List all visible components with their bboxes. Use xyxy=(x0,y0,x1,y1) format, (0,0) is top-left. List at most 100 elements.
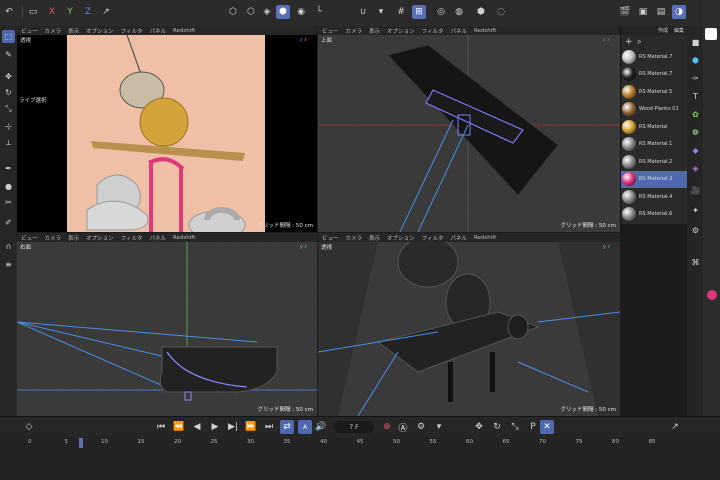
render-icon[interactable]: ◍ xyxy=(452,5,466,19)
menu-options[interactable]: オプション xyxy=(86,27,114,35)
rotate-icon[interactable]: ↻ xyxy=(2,86,15,99)
box-icon[interactable]: ■ xyxy=(689,36,702,49)
menu-edit[interactable]: 編集 xyxy=(674,27,684,34)
transform-icon[interactable]: ⊹ xyxy=(2,120,15,133)
prev-frame-icon[interactable]: ◀ xyxy=(190,420,204,434)
knife-icon[interactable]: ✂ xyxy=(2,196,15,209)
z-axis-toggle[interactable]: Z xyxy=(81,5,95,19)
camera-icon[interactable]: 🎥 xyxy=(689,184,702,197)
menu-redshift[interactable]: Redshift xyxy=(173,235,195,241)
menu-redshift[interactable]: Redshift xyxy=(474,235,496,241)
undo-icon[interactable]: ↶ xyxy=(2,5,16,19)
grid-snap-icon[interactable]: # xyxy=(394,5,408,19)
next-key-icon[interactable]: ⏩ xyxy=(244,420,258,434)
playhead[interactable] xyxy=(79,438,83,448)
cinema-icon[interactable]: ◌ xyxy=(494,5,508,19)
search-icon[interactable]: ⌕ xyxy=(637,37,641,47)
material-item[interactable]: RS Material.3 xyxy=(621,170,688,188)
menu-view[interactable]: ビュー xyxy=(322,27,339,35)
go-to-end-icon[interactable]: ⏭ xyxy=(262,420,276,434)
menu-camera[interactable]: カメラ xyxy=(346,234,363,242)
layout-icon[interactable]: ◑ xyxy=(672,5,686,19)
menu-camera[interactable]: カメラ xyxy=(346,27,363,35)
scale-key-icon[interactable]: ⤡ xyxy=(508,420,522,434)
magnet-icon[interactable]: ∩ xyxy=(2,240,15,253)
render-view-icon[interactable]: ▣ xyxy=(636,5,650,19)
material-item[interactable]: Wood Planks 01 xyxy=(621,101,688,118)
scale-icon[interactable]: ⤡ xyxy=(2,102,15,115)
generator-icon[interactable]: ✿ xyxy=(689,108,702,121)
current-frame-field[interactable]: 7 F xyxy=(334,421,374,433)
go-to-start-icon[interactable]: ⏮ xyxy=(154,420,168,434)
menu-display[interactable]: 表示 xyxy=(68,234,79,242)
key-options-icon[interactable]: ▾ xyxy=(432,420,446,434)
tag-icon[interactable]: ⌘ xyxy=(689,256,702,269)
live-select-icon[interactable]: ⬚ xyxy=(2,30,15,43)
loop-icon[interactable]: ⇄ xyxy=(280,420,294,434)
polygon-mode-icon[interactable]: ⬢ xyxy=(276,5,290,19)
menu-panel[interactable]: パネル xyxy=(149,234,166,242)
add-material-icon[interactable]: + xyxy=(625,37,633,47)
model-mode-icon[interactable]: ⬡ xyxy=(226,5,240,19)
menu-display[interactable]: 表示 xyxy=(369,234,380,242)
material-item[interactable]: RS Material xyxy=(621,118,688,135)
param-key-icon[interactable]: P xyxy=(526,420,540,434)
snap-settings-icon[interactable]: ▾ xyxy=(374,5,388,19)
menu-redshift[interactable]: Redshift xyxy=(173,28,195,34)
record-icon[interactable]: ⊗ xyxy=(380,420,394,434)
texture-mode-icon[interactable]: ◉ xyxy=(294,5,308,19)
menu-filter[interactable]: フィルタ xyxy=(422,27,444,35)
edge-mode-icon[interactable]: ◈ xyxy=(260,5,274,19)
menu-redshift[interactable]: Redshift xyxy=(474,28,496,34)
menu-display[interactable]: 表示 xyxy=(369,27,380,35)
perspective-viewport[interactable]: ビュー カメラ 表示 オプション フィルタ パネル Redshift 透視 ライ… xyxy=(17,26,317,232)
material-item[interactable]: RS Material.7 xyxy=(621,48,688,65)
menu-panel[interactable]: パネル xyxy=(450,234,467,242)
menu-create[interactable]: 作成 xyxy=(658,27,668,34)
light-icon[interactable]: ✦ xyxy=(689,204,702,217)
menu-panel[interactable]: パネル xyxy=(450,27,467,35)
top-viewport[interactable]: ビュー カメラ 表示 オプション フィルタ パネル Redshift 上面 グリ… xyxy=(318,26,620,232)
menu-options[interactable]: オプション xyxy=(387,27,415,35)
field-icon[interactable]: ◈ xyxy=(689,162,702,175)
move-icon[interactable]: ✥ xyxy=(2,70,15,83)
move-key-icon[interactable]: ✥ xyxy=(472,420,486,434)
timeline-ruler[interactable]: 0 5 10 15 20 25 30 35 40 45 50 55 60 65 70 75 80 85 xyxy=(0,438,720,480)
material-item[interactable]: RS Material.1 xyxy=(621,136,688,153)
x-axis-toggle[interactable]: X xyxy=(45,5,59,19)
material-item[interactable]: RS Material.2 xyxy=(621,153,688,170)
axis-mode-icon[interactable]: └ xyxy=(312,5,326,19)
weight-icon[interactable]: ≡ xyxy=(2,258,15,271)
sound-icon[interactable]: 🔊 xyxy=(314,420,328,434)
front-viewport[interactable]: ビュー カメラ 表示 オプション フィルタ パネル Redshift 透視 グリ… xyxy=(318,233,620,416)
workplane-icon[interactable]: ⊞ xyxy=(412,5,426,19)
render-region-icon[interactable]: ◎ xyxy=(434,5,448,19)
menu-filter[interactable]: フィルタ xyxy=(121,27,143,35)
menu-camera[interactable]: カメラ xyxy=(45,234,62,242)
menu-display[interactable]: 表示 xyxy=(68,27,79,35)
spline-pen-icon[interactable]: ✒ xyxy=(2,162,15,175)
right-viewport[interactable]: ビュー カメラ 表示 オプション フィルタ パネル Redshift 右面 グリ… xyxy=(17,233,317,416)
deformer-icon[interactable]: ◆ xyxy=(689,144,702,157)
text-icon[interactable]: T xyxy=(689,90,702,103)
material-item[interactable]: RS Material.5 xyxy=(621,83,688,100)
menu-view[interactable]: ビュー xyxy=(21,234,38,242)
next-frame-icon[interactable]: ▶| xyxy=(226,420,240,434)
viewport-icon[interactable]: ▭ xyxy=(26,5,40,19)
redshift-icon[interactable]: ⬢ xyxy=(474,5,488,19)
material-item[interactable]: RS Material.4 xyxy=(621,188,688,205)
point-mode-icon[interactable]: ⬡ xyxy=(244,5,258,19)
points-key-icon[interactable]: ✕ xyxy=(540,420,554,434)
menu-options[interactable]: オプション xyxy=(387,234,415,242)
prev-key-icon[interactable]: ⏪ xyxy=(172,420,186,434)
menu-filter[interactable]: フィルタ xyxy=(121,234,143,242)
material-item[interactable]: RS Material.7 xyxy=(621,66,688,83)
menu-panel[interactable]: パネル xyxy=(149,27,166,35)
y-axis-toggle[interactable]: Y xyxy=(63,5,77,19)
timeline-icon[interactable]: ↗ xyxy=(668,420,682,434)
sculpt-icon[interactable]: ● xyxy=(2,180,15,193)
pen-icon[interactable]: ✑ xyxy=(689,72,702,85)
play-icon[interactable]: ▶ xyxy=(208,420,222,434)
render-settings-icon[interactable]: ▤ xyxy=(654,5,668,19)
menu-options[interactable]: オプション xyxy=(86,234,114,242)
